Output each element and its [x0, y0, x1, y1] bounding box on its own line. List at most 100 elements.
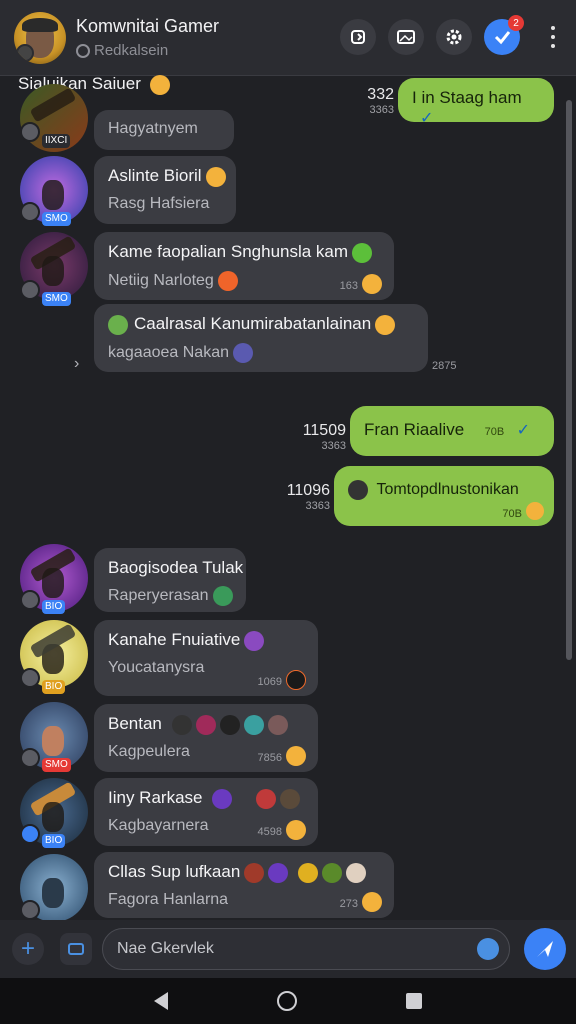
reaction-icon[interactable] [286, 820, 306, 840]
rank-icon [20, 202, 40, 222]
message-bubble[interactable]: Aslinte Bioril Rasg Hafsiera [94, 156, 236, 224]
rank-icon [20, 900, 40, 920]
reaction-icon[interactable] [526, 502, 544, 520]
level-badge: SMO [42, 292, 71, 306]
emoji-icon [205, 166, 226, 187]
emoji-icon [298, 862, 319, 883]
emoji-icon [149, 74, 170, 95]
outgoing-message[interactable]: I in Staag ham ✓ [398, 78, 554, 127]
incoming-message[interactable]: SMO Aslinte Bioril Rasg Hafsiera [20, 156, 340, 228]
message-title: Kame faopalian Snghunsla kam [108, 242, 349, 261]
emoji-icon [322, 862, 343, 883]
message-bubble[interactable]: Caalrasal Kanumirabatanlainan kagaaoea N… [94, 304, 428, 372]
rank-icon [20, 748, 40, 768]
level-badge: BIO [42, 834, 66, 848]
chat-screen: Komwnitai Gamer Redkalsein 2 Sialuikan S… [0, 0, 576, 1024]
incoming-message[interactable]: SMO Kame faopalian Snghunsla kam Netiig … [20, 232, 420, 306]
message-input[interactable]: Nae Gkervlek [102, 928, 510, 970]
check-icon [494, 31, 511, 45]
more-options-icon[interactable] [550, 26, 556, 48]
share-icon [351, 30, 365, 44]
message-text: I in Staag ham [412, 88, 522, 107]
message-meta: 11096 3363 [274, 482, 330, 512]
message-text: Fran Riaalive [364, 420, 465, 439]
emoji-picker-icon[interactable] [477, 938, 499, 960]
reaction-icon[interactable] [286, 746, 306, 766]
message-bubble[interactable]: Baogisodea Tulak Raperyerasan [94, 548, 246, 612]
incoming-message[interactable]: SMO Bentan Kagpeulera 7856 [20, 702, 340, 774]
message-time: 2875 [432, 360, 457, 372]
emoji-icon [352, 242, 373, 263]
home-icon[interactable] [276, 991, 297, 1011]
message-id: 3363 [321, 440, 346, 452]
outgoing-message[interactable]: Tomtopdlnustonikan 70B [334, 466, 554, 526]
media-button[interactable] [388, 19, 424, 55]
message-composer: + Nae Gkervlek [0, 920, 576, 978]
back-icon[interactable] [154, 992, 169, 1010]
outgoing-message[interactable]: Fran Riaalive 70B ✓ [350, 406, 554, 456]
emoji-icon [212, 788, 233, 809]
recent-apps-icon[interactable] [405, 993, 422, 1009]
incoming-message[interactable]: IIXCI Hagyatnyem [20, 84, 340, 156]
message-time: 7856 [257, 752, 282, 764]
message-bubble[interactable]: Cllas Sup lufkaan Fagora Hanlarna 273 [94, 852, 394, 918]
message-bubble[interactable]: Hagyatnyem [94, 110, 234, 150]
emoji-icon [219, 714, 240, 735]
share-button[interactable] [340, 19, 376, 55]
plus-icon: + [20, 935, 35, 962]
group-avatar[interactable] [14, 12, 66, 64]
image-icon [397, 30, 415, 44]
verified-button[interactable]: 2 [484, 15, 524, 55]
message-bubble[interactable]: Bentan Kagpeulera 7856 [94, 704, 318, 772]
level-badge: BIO [42, 680, 66, 694]
message-time: 70B [484, 426, 505, 438]
message-title: Kanahe Fnuiative [108, 630, 241, 649]
incoming-message[interactable]: BIO Iiny Rarkase Kagbayarnera 4598 [20, 778, 340, 850]
message-id: 3363 [369, 104, 394, 116]
message-text: Rasg Hafsiera [108, 194, 210, 212]
message-meta: 11509 3363 [290, 422, 346, 452]
members-icon [76, 43, 90, 58]
forward-chevron-icon[interactable]: › [74, 355, 79, 373]
emoji-icon [346, 862, 367, 883]
message-bubble[interactable]: Iiny Rarkase Kagbayarnera 4598 [94, 778, 318, 846]
incoming-message[interactable]: BIO Baogisodea Tulak Raperyerasan [20, 544, 340, 616]
message-title: Iiny Rarkase [108, 788, 203, 807]
emoji-icon [244, 862, 265, 883]
chat-subtitle-text: Redkalsein [94, 42, 169, 59]
incoming-message[interactable]: BIO Kanahe Fnuiative Youcatanysra 1069 [20, 620, 340, 700]
incoming-message[interactable]: Cllas Sup lufkaan Fagora Hanlarna 273 [20, 852, 420, 922]
rank-icon [20, 122, 40, 142]
settings-button[interactable] [436, 19, 472, 55]
send-icon [537, 941, 553, 957]
rank-icon [20, 280, 40, 300]
emoji-icon [268, 862, 289, 883]
message-time: 163 [339, 280, 358, 292]
message-bubble[interactable]: Kanahe Fnuiative Youcatanysra 1069 [94, 620, 318, 696]
emoji-icon [280, 788, 301, 809]
chat-header: Komwnitai Gamer Redkalsein 2 [0, 0, 576, 76]
reaction-icon[interactable] [286, 670, 306, 690]
message-text: kagaaoea Nakan [108, 343, 229, 361]
reaction-icon[interactable] [362, 892, 382, 912]
send-button[interactable] [524, 928, 566, 970]
read-check-icon: ✓ [420, 110, 434, 127]
notification-badge: 2 [508, 15, 524, 31]
message-title: Caalrasal Kanumirabatanlainan [134, 314, 372, 333]
message-text: Hagyatnyem [108, 120, 198, 137]
emoji-icon [217, 270, 238, 291]
message-bubble[interactable]: Kame faopalian Snghunsla kam Netiig Narl… [94, 232, 394, 300]
chat-title[interactable]: Komwnitai Gamer [76, 16, 219, 37]
emoji-icon [267, 714, 288, 735]
attach-button[interactable] [60, 933, 92, 965]
emoji-icon [375, 314, 396, 335]
message-count: 11509 [302, 422, 346, 439]
emoji-icon [243, 714, 264, 735]
add-button[interactable]: + [12, 933, 44, 965]
message-text: Netiig Narloteg [108, 271, 214, 289]
reaction-icon[interactable] [362, 274, 382, 294]
scrollbar[interactable] [566, 100, 572, 660]
camera-icon [68, 943, 84, 955]
level-badge: SMO [42, 212, 71, 226]
incoming-message[interactable]: Caalrasal Kanumirabatanlainan kagaaoea N… [94, 304, 534, 376]
